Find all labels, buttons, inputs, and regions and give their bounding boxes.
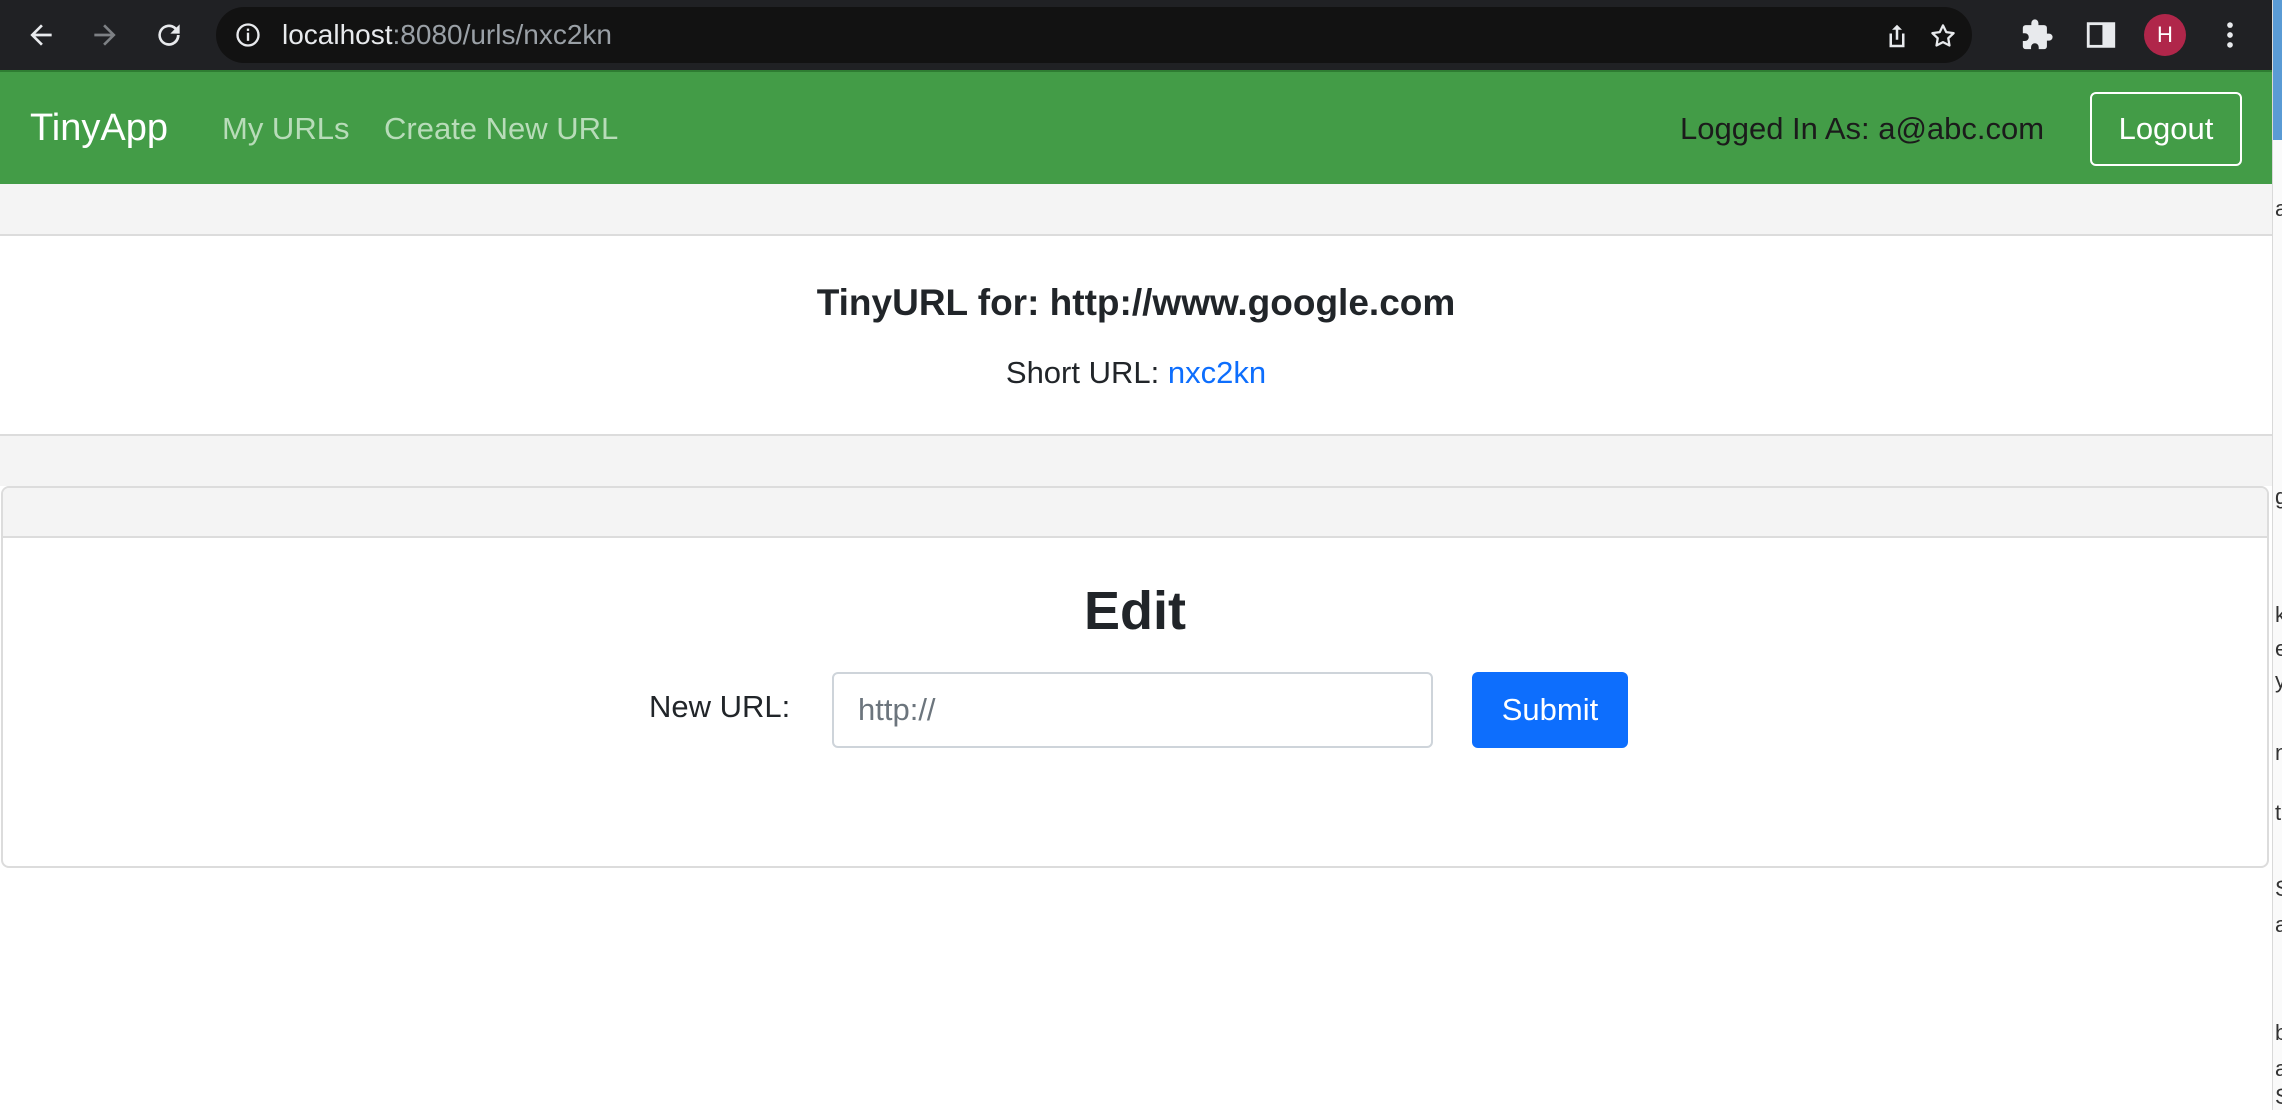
edge-char: g bbox=[2275, 484, 2282, 510]
address-url[interactable]: localhost:8080/urls/nxc2kn bbox=[282, 19, 612, 51]
edge-char: b bbox=[2275, 1020, 2282, 1046]
edge-char: a bbox=[2275, 196, 2282, 222]
submit-button[interactable]: Submit bbox=[1472, 672, 1628, 748]
short-url-link[interactable]: nxc2kn bbox=[1168, 355, 1266, 390]
site-info-icon[interactable] bbox=[234, 21, 262, 49]
bookmark-star-icon[interactable] bbox=[1928, 21, 1958, 51]
url-path: :8080/urls/nxc2kn bbox=[392, 19, 612, 50]
profile-avatar[interactable]: H bbox=[2144, 14, 2186, 56]
nav-link-my-urls[interactable]: My URLs bbox=[222, 110, 349, 148]
edit-card: Edit New URL: Submit bbox=[1, 486, 2269, 868]
edge-char: a bbox=[2275, 1056, 2282, 1082]
browser-toolbar: localhost:8080/urls/nxc2kn H bbox=[0, 0, 2282, 70]
edge-char: S bbox=[2275, 876, 2282, 902]
short-url-label: Short URL: bbox=[1005, 355, 1160, 390]
edge-char: k bbox=[2275, 602, 2282, 628]
new-url-input[interactable] bbox=[832, 672, 1433, 748]
new-url-label: New URL: bbox=[649, 689, 791, 724]
nav-link-create-new-url[interactable]: Create New URL bbox=[384, 110, 618, 148]
edge-char: a bbox=[2275, 912, 2282, 938]
edit-card-header bbox=[3, 488, 2267, 538]
edge-char: S bbox=[2275, 1084, 2282, 1110]
short-url-line: Short URL: nxc2kn bbox=[0, 354, 2272, 392]
page-viewport: TinyApp My URLs Create New URL Logged In… bbox=[0, 70, 2272, 1110]
spacer-band bbox=[0, 184, 2272, 234]
logged-in-status: Logged In As: a@abc.com bbox=[1680, 111, 2045, 146]
adjacent-window-edge: a g k e y n t S a b a S bbox=[2272, 0, 2282, 1110]
logout-button[interactable]: Logout bbox=[2090, 92, 2242, 166]
edge-char: y bbox=[2275, 668, 2282, 694]
adjacent-window-accent bbox=[2273, 0, 2282, 140]
edge-char: t bbox=[2275, 800, 2282, 825]
edge-char: n bbox=[2275, 740, 2282, 766]
edit-heading: Edit bbox=[1084, 581, 1186, 641]
url-info-card: TinyURL for: http://www.google.com Short… bbox=[0, 234, 2272, 436]
side-panel-icon[interactable] bbox=[2084, 18, 2118, 52]
extensions-puzzle-icon[interactable] bbox=[2020, 18, 2054, 52]
forward-arrow-icon[interactable] bbox=[82, 12, 128, 58]
url-host: localhost bbox=[282, 19, 393, 50]
share-icon[interactable] bbox=[1882, 21, 1912, 51]
kebab-menu-icon[interactable] bbox=[2213, 18, 2247, 52]
app-navbar: TinyApp My URLs Create New URL Logged In… bbox=[0, 70, 2272, 184]
spacer-band bbox=[0, 436, 2272, 486]
reload-icon[interactable] bbox=[146, 12, 192, 58]
long-url-heading: TinyURL for: http://www.google.com bbox=[816, 282, 1456, 323]
brand-link[interactable]: TinyApp bbox=[30, 106, 168, 150]
back-arrow-icon[interactable] bbox=[18, 12, 64, 58]
address-bar[interactable]: localhost:8080/urls/nxc2kn bbox=[216, 7, 1972, 63]
edge-char: e bbox=[2275, 636, 2282, 662]
